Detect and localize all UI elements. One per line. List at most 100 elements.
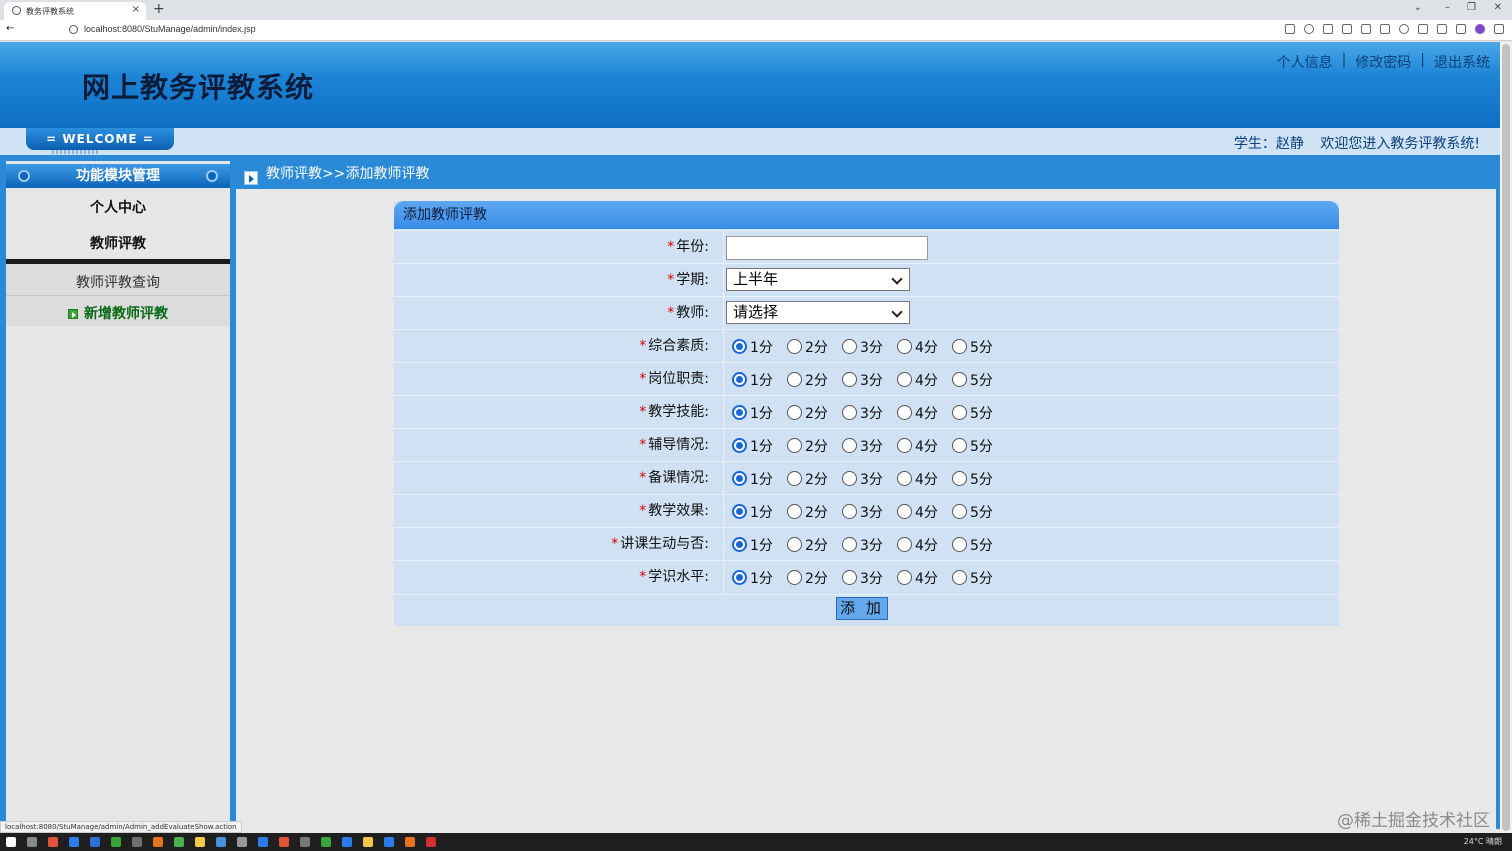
score-radio-button[interactable] (952, 338, 967, 354)
score-radio-button[interactable] (732, 437, 747, 453)
close-window-button[interactable]: ✕ (1494, 2, 1502, 13)
app-icon[interactable] (279, 837, 289, 847)
weather-readout[interactable]: 24°C 晴朗 (1464, 836, 1502, 847)
site-info-icon[interactable] (69, 25, 78, 34)
camera-icon[interactable] (1380, 24, 1390, 34)
sidebar-subitem-evaluation-query[interactable]: 教师评教查询 (6, 272, 230, 292)
score-radio-option[interactable]: 2分 (787, 534, 842, 554)
year-input[interactable] (726, 236, 928, 260)
app-icon[interactable] (153, 837, 163, 847)
score-radio-option[interactable]: 1分 (732, 402, 787, 422)
app-icon[interactable] (363, 837, 373, 847)
folder-icon[interactable] (195, 837, 205, 847)
app-icon[interactable] (48, 837, 58, 847)
score-radio-option[interactable]: 5分 (952, 567, 1007, 587)
semester-select[interactable]: 上半年 (726, 268, 910, 291)
score-radio-button[interactable] (732, 503, 747, 519)
score-radio-button[interactable] (897, 503, 912, 519)
score-radio-button[interactable] (897, 371, 912, 387)
search-icon[interactable] (27, 837, 37, 847)
score-radio-button[interactable] (842, 338, 857, 354)
score-radio-button[interactable] (952, 404, 967, 420)
score-radio-button[interactable] (787, 569, 802, 585)
score-radio-button[interactable] (787, 470, 802, 486)
chrome-icon[interactable] (174, 837, 184, 847)
word-icon[interactable] (384, 837, 394, 847)
screen-icon[interactable] (1418, 24, 1428, 34)
share-icon[interactable] (1323, 24, 1333, 34)
score-radio-option[interactable]: 2分 (787, 435, 842, 455)
menu-icon[interactable] (1494, 24, 1504, 34)
score-radio-button[interactable] (897, 437, 912, 453)
score-radio-button[interactable] (897, 569, 912, 585)
new-tab-button[interactable]: + (153, 1, 165, 17)
score-radio-button[interactable] (842, 437, 857, 453)
score-radio-option[interactable]: 4分 (897, 402, 952, 422)
score-radio-button[interactable] (897, 404, 912, 420)
scrollbar-thumb[interactable] (1502, 44, 1510, 831)
score-radio-option[interactable]: 1分 (732, 336, 787, 356)
app-icon[interactable] (132, 837, 142, 847)
score-radio-option[interactable]: 3分 (842, 369, 897, 389)
zoom-icon[interactable] (1304, 24, 1314, 34)
minimize-button[interactable]: – (1445, 2, 1450, 13)
extension-w-icon[interactable] (1399, 24, 1409, 34)
score-radio-option[interactable]: 1分 (732, 435, 787, 455)
score-radio-button[interactable] (842, 470, 857, 486)
score-radio-button[interactable] (732, 404, 747, 420)
score-radio-option[interactable]: 2分 (787, 468, 842, 488)
score-radio-option[interactable]: 4分 (897, 567, 952, 587)
change-password-link[interactable]: 修改密码 (1355, 52, 1411, 72)
score-radio-option[interactable]: 2分 (787, 567, 842, 587)
sidebar-item-personal-center[interactable]: 个人中心 (6, 197, 230, 217)
app-icon[interactable] (321, 837, 331, 847)
score-radio-option[interactable]: 5分 (952, 369, 1007, 389)
score-radio-button[interactable] (842, 569, 857, 585)
score-radio-option[interactable]: 5分 (952, 534, 1007, 554)
app-icon[interactable] (111, 837, 121, 847)
score-radio-button[interactable] (897, 338, 912, 354)
restore-button[interactable]: ❐ (1467, 2, 1476, 13)
score-radio-option[interactable]: 2分 (787, 336, 842, 356)
score-radio-button[interactable] (732, 470, 747, 486)
score-radio-button[interactable] (897, 470, 912, 486)
score-radio-button[interactable] (787, 503, 802, 519)
score-radio-button[interactable] (952, 569, 967, 585)
browser-tab[interactable]: 教务评教系统 × (4, 2, 146, 20)
score-radio-option[interactable]: 1分 (732, 468, 787, 488)
score-radio-option[interactable]: 5分 (952, 336, 1007, 356)
score-radio-option[interactable]: 4分 (897, 336, 952, 356)
sidebar-subitem-add-evaluation[interactable]: 新增教师评教 (6, 303, 230, 323)
score-radio-option[interactable]: 4分 (897, 369, 952, 389)
score-radio-option[interactable]: 2分 (787, 501, 842, 521)
score-radio-button[interactable] (952, 536, 967, 552)
score-radio-button[interactable] (787, 404, 802, 420)
score-radio-option[interactable]: 1分 (732, 369, 787, 389)
sidebar-item-teacher-evaluation[interactable]: 教师评教 (6, 233, 230, 253)
score-radio-option[interactable]: 5分 (952, 501, 1007, 521)
score-radio-button[interactable] (787, 371, 802, 387)
profile-avatar[interactable] (1475, 24, 1485, 34)
score-radio-button[interactable] (897, 536, 912, 552)
app-icon[interactable] (258, 837, 268, 847)
tab-list-icon[interactable]: ⌄ (1414, 2, 1422, 13)
sidebar-icon[interactable] (1456, 24, 1466, 34)
app-icon[interactable] (90, 837, 100, 847)
app-icon[interactable] (237, 837, 247, 847)
score-radio-button[interactable] (732, 536, 747, 552)
score-radio-button[interactable] (952, 470, 967, 486)
app-icon[interactable] (405, 837, 415, 847)
score-radio-option[interactable]: 1分 (732, 501, 787, 521)
star-icon[interactable] (1342, 24, 1352, 34)
score-radio-option[interactable]: 5分 (952, 435, 1007, 455)
app-icon[interactable] (426, 837, 436, 847)
app-icon[interactable] (300, 837, 310, 847)
score-radio-button[interactable] (787, 338, 802, 354)
puzzle-icon[interactable] (1437, 24, 1447, 34)
score-radio-option[interactable]: 4分 (897, 534, 952, 554)
score-radio-button[interactable] (732, 371, 747, 387)
score-radio-option[interactable]: 3分 (842, 468, 897, 488)
score-radio-option[interactable]: 4分 (897, 435, 952, 455)
score-radio-button[interactable] (787, 437, 802, 453)
score-radio-button[interactable] (842, 371, 857, 387)
